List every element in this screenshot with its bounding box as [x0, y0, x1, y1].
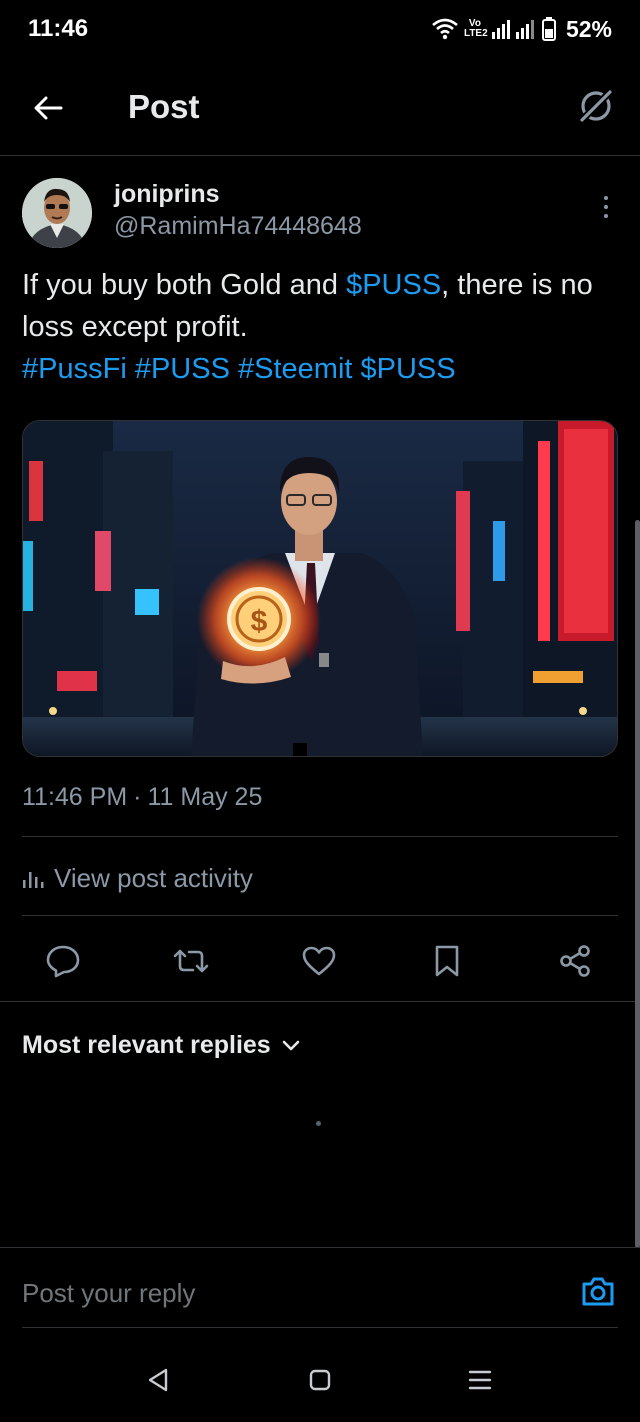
share-button[interactable] [552, 938, 598, 984]
hashtag-link[interactable]: #PUSS [135, 353, 230, 385]
svg-text:$: $ [251, 605, 268, 638]
post-timestamp[interactable]: 11:46 PM · 11 May 25 [22, 783, 262, 812]
grok-icon [578, 88, 614, 124]
share-icon [560, 945, 590, 977]
square-home-icon [309, 1369, 331, 1391]
camera-icon [582, 1277, 614, 1306]
loading-indicator [316, 1121, 321, 1126]
post-text: If you buy both Gold and $PUSS, there is… [22, 264, 622, 390]
menu-lines-icon [468, 1370, 492, 1390]
bookmark-icon [435, 945, 459, 977]
display-name[interactable]: joniprins [114, 180, 220, 209]
repost-icon [173, 949, 209, 973]
replies-sort-dropdown[interactable]: Most relevant replies [22, 1027, 301, 1063]
divider [22, 836, 618, 837]
view-post-activity-button[interactable]: View post activity [22, 858, 253, 898]
repost-button[interactable] [168, 938, 214, 984]
like-icon [302, 946, 336, 976]
more-options-button[interactable] [596, 192, 616, 222]
analytics-icon [23, 872, 44, 888]
arrow-left-icon [34, 96, 63, 120]
battery-percent: 52% [565, 15, 612, 42]
nav-back-button[interactable] [140, 1362, 176, 1398]
top-bar: Post [0, 60, 640, 156]
battery-icon [541, 17, 556, 41]
signal-icon [491, 20, 534, 39]
divider [22, 915, 618, 916]
divider [0, 1001, 640, 1002]
nav-home-button[interactable] [302, 1362, 338, 1398]
reply-composer [0, 1248, 640, 1328]
cashtag-link[interactable]: $PUSS [346, 269, 441, 301]
cashtag-link[interactable]: $PUSS [361, 353, 456, 385]
post-time: 11:46 PM [22, 783, 128, 811]
post-image[interactable]: $ [22, 420, 618, 757]
volte-indicator: Vo LTE2 [463, 18, 488, 39]
page-title: Post [128, 88, 200, 125]
triangle-back-icon [148, 1368, 168, 1392]
more-dot-icon [604, 205, 608, 209]
hashtag-link[interactable]: #Steemit [238, 353, 352, 385]
back-button[interactable] [28, 88, 68, 128]
hashtag-link[interactable]: #PussFi [22, 353, 127, 385]
camera-button[interactable] [578, 1272, 618, 1312]
post-date: 11 May 25 [147, 783, 263, 811]
chevron-down-icon [282, 1040, 300, 1051]
user-handle[interactable]: @RamimHa74448648 [114, 212, 362, 241]
more-dot-icon [604, 214, 608, 218]
nav-menu-button[interactable] [462, 1362, 498, 1398]
post-text-segment: If you buy both Gold and [22, 269, 347, 301]
status-icons: Vo LTE2 52% [432, 14, 612, 44]
timestamp-separator: · [133, 783, 142, 811]
reply-icon [46, 945, 80, 978]
reply-input[interactable] [22, 1278, 522, 1309]
replies-sort-label: Most relevant replies [22, 1030, 271, 1059]
post-author: joniprins @RamimHa74448648 [22, 176, 622, 252]
status-bar: 11:46 Vo LTE2 52% [0, 0, 640, 60]
avatar-image [22, 178, 92, 248]
view-post-activity-label: View post activity [54, 862, 253, 893]
avatar[interactable] [22, 178, 92, 248]
like-button[interactable] [296, 938, 342, 984]
post-actions [0, 930, 640, 990]
more-dot-icon [604, 196, 608, 200]
scrollbar[interactable] [635, 520, 640, 1248]
divider [22, 1327, 618, 1328]
bookmark-button[interactable] [424, 938, 470, 984]
system-nav-bar [0, 1340, 640, 1422]
grok-button[interactable] [574, 84, 618, 128]
status-time: 11:46 [28, 15, 89, 42]
reply-button[interactable] [40, 938, 86, 984]
wifi-icon [432, 18, 458, 40]
post-image-art: $ [23, 421, 617, 756]
